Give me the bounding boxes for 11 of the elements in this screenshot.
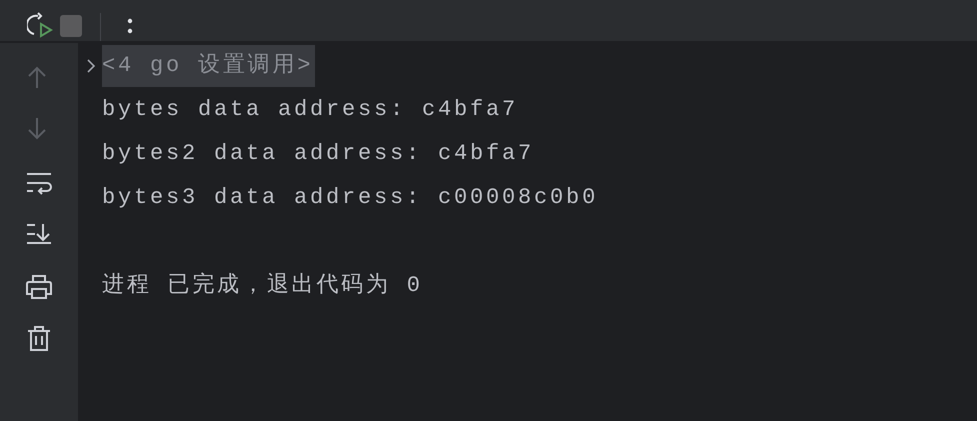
more-icon — [127, 18, 133, 34]
trash-icon — [25, 324, 53, 352]
output-line: bytes3 data address: c00008c0b0 — [102, 185, 598, 210]
printer-icon — [25, 272, 53, 300]
folded-section-label[interactable]: <4 go 设置调用> — [102, 45, 316, 87]
rerun-icon — [27, 12, 55, 40]
process-status-text: 进程 已完成，退出代码为 0 — [102, 273, 423, 298]
stop-icon — [59, 14, 83, 38]
output-line: bytes2 data address: c4bfa7 — [102, 141, 534, 166]
chevron-icon — [86, 58, 96, 74]
output-line: bytes data address: c4bfa7 — [102, 97, 518, 122]
